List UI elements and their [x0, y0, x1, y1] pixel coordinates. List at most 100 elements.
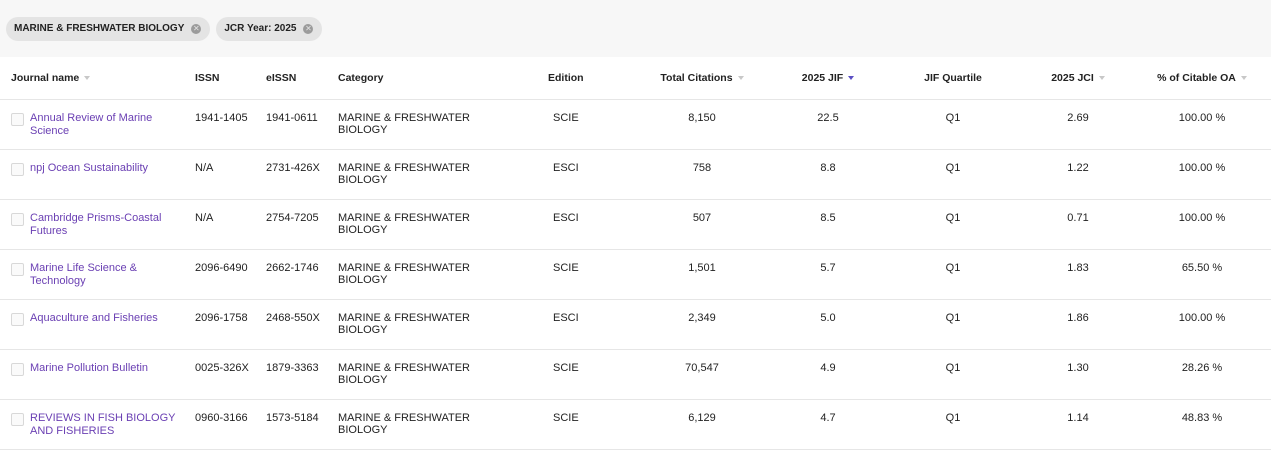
oa-value: 100.00 %: [1178, 162, 1226, 174]
close-icon[interactable]: ✕: [191, 23, 202, 34]
oa-value: 100.00 %: [1178, 112, 1226, 124]
quartile-value: Q1: [945, 362, 961, 374]
issn-value: 0025-326X: [195, 362, 249, 374]
jif-value: 5.7: [820, 262, 836, 274]
eissn-value: 2662-1746: [266, 262, 319, 274]
jif-value: 4.7: [820, 412, 836, 424]
edition-value: ESCI: [553, 162, 579, 174]
edition-value: SCIE: [553, 112, 579, 124]
quartile-value: Q1: [945, 212, 961, 224]
sort-arrow-icon: [84, 76, 91, 81]
column-header-total-citations[interactable]: Total Citations: [640, 72, 764, 84]
issn-value: N/A: [195, 212, 214, 224]
issn-value: N/A: [195, 162, 214, 174]
filter-chip-year[interactable]: JCR Year: 2025 ✕: [216, 16, 323, 41]
table-row: Cambridge Prisms-Coastal Futures N/A 275…: [0, 200, 1271, 250]
oa-value: 65.50 %: [1181, 262, 1223, 274]
oa-value: 100.00 %: [1178, 312, 1226, 324]
filter-chip-category[interactable]: MARINE & FRESHWATER BIOLOGY ✕: [6, 16, 211, 41]
oa-value: 48.83 %: [1181, 412, 1223, 424]
issn-value: 0960-3166: [195, 412, 248, 424]
row-checkbox[interactable]: [11, 413, 24, 426]
oa-value: 100.00 %: [1178, 212, 1226, 224]
total-citations-value: 758: [692, 162, 712, 174]
journal-link[interactable]: Marine Pollution Bulletin: [30, 362, 192, 375]
filter-chip-label: JCR Year: 2025: [224, 23, 297, 34]
journal-link[interactable]: Marine Life Science & Technology: [30, 262, 192, 288]
quartile-value: Q1: [945, 112, 961, 124]
issn-value: 2096-1758: [195, 312, 248, 324]
table-header: Journal name ISSN eISSN Category Edition…: [0, 57, 1271, 100]
eissn-value: 2468-550X: [266, 312, 320, 324]
total-citations-value: 8,150: [688, 112, 716, 124]
journal-link[interactable]: Cambridge Prisms-Coastal Futures: [30, 212, 192, 238]
quartile-value: Q1: [945, 312, 961, 324]
jci-value: 1.30: [1067, 362, 1089, 374]
eissn-value: 2754-7205: [266, 212, 319, 224]
jif-value: 8.5: [820, 212, 836, 224]
jif-value: 22.5: [817, 112, 839, 124]
table-row: Aquaculture and Fisheries 2096-1758 2468…: [0, 300, 1271, 350]
jci-value: 1.22: [1067, 162, 1089, 174]
table-row: Annual Review of Marine Science 1941-140…: [0, 100, 1271, 150]
journal-link[interactable]: npj Ocean Sustainability: [30, 162, 192, 175]
row-checkbox[interactable]: [11, 113, 24, 126]
issn-value: 2096-6490: [195, 262, 248, 274]
row-checkbox[interactable]: [11, 313, 24, 326]
column-header-category: Category: [338, 72, 384, 84]
close-icon[interactable]: ✕: [303, 23, 314, 34]
total-citations-value: 507: [692, 212, 712, 224]
eissn-value: 2731-426X: [266, 162, 320, 174]
issn-value: 1941-1405: [195, 112, 248, 124]
quartile-value: Q1: [945, 412, 961, 424]
category-value: MARINE & FRESHWATER BIOLOGY: [338, 162, 471, 186]
column-header-oa[interactable]: % of Citable OA: [1140, 72, 1264, 84]
category-value: MARINE & FRESHWATER BIOLOGY: [338, 362, 471, 386]
category-value: MARINE & FRESHWATER BIOLOGY: [338, 112, 471, 136]
row-checkbox[interactable]: [11, 363, 24, 376]
column-header-quartile: JIF Quartile: [924, 72, 982, 84]
category-value: MARINE & FRESHWATER BIOLOGY: [338, 412, 471, 436]
column-header-journal[interactable]: Journal name: [11, 72, 191, 84]
oa-value: 28.26 %: [1181, 362, 1223, 374]
table-row: npj Ocean Sustainability N/A 2731-426X M…: [0, 150, 1271, 200]
journal-link[interactable]: REVIEWS IN FISH BIOLOGY AND FISHERIES: [30, 412, 192, 438]
column-header-issn: ISSN: [195, 72, 220, 84]
eissn-value: 1573-5184: [266, 412, 319, 424]
edition-value: SCIE: [553, 262, 579, 274]
jci-value: 0.71: [1067, 212, 1089, 224]
edition-value: ESCI: [553, 312, 579, 324]
jci-value: 2.69: [1067, 112, 1089, 124]
category-value: MARINE & FRESHWATER BIOLOGY: [338, 212, 471, 236]
sort-arrow-icon: [1098, 76, 1105, 81]
column-header-eissn: eISSN: [266, 72, 297, 84]
edition-value: SCIE: [553, 412, 579, 424]
category-value: MARINE & FRESHWATER BIOLOGY: [338, 262, 471, 286]
total-citations-value: 2,349: [688, 312, 716, 324]
filter-chip-label: MARINE & FRESHWATER BIOLOGY: [14, 23, 185, 34]
column-header-jif[interactable]: 2025 JIF: [770, 72, 886, 84]
row-checkbox[interactable]: [11, 163, 24, 176]
journal-table: Journal name ISSN eISSN Category Edition…: [0, 57, 1271, 450]
table-row: Marine Life Science & Technology 2096-64…: [0, 250, 1271, 300]
total-citations-value: 1,501: [688, 262, 716, 274]
eissn-value: 1941-0611: [266, 112, 318, 124]
row-checkbox[interactable]: [11, 263, 24, 276]
journal-link[interactable]: Annual Review of Marine Science: [30, 112, 192, 138]
jci-value: 1.86: [1067, 312, 1089, 324]
column-header-jci[interactable]: 2025 JCI: [1020, 72, 1136, 84]
filter-bar: MARINE & FRESHWATER BIOLOGY ✕ JCR Year: …: [0, 0, 1271, 57]
sort-arrow-icon: [737, 76, 744, 81]
jif-value: 5.0: [820, 312, 836, 324]
sort-arrow-icon: [1240, 76, 1247, 81]
total-citations-value: 6,129: [688, 412, 716, 424]
total-citations-value: 70,547: [685, 362, 719, 374]
row-checkbox[interactable]: [11, 213, 24, 226]
quartile-value: Q1: [945, 162, 961, 174]
jif-value: 8.8: [820, 162, 836, 174]
journal-link[interactable]: Aquaculture and Fisheries: [30, 312, 192, 325]
jci-value: 1.14: [1067, 412, 1089, 424]
column-header-edition: Edition: [548, 72, 584, 84]
edition-value: ESCI: [553, 212, 579, 224]
quartile-value: Q1: [945, 262, 961, 274]
